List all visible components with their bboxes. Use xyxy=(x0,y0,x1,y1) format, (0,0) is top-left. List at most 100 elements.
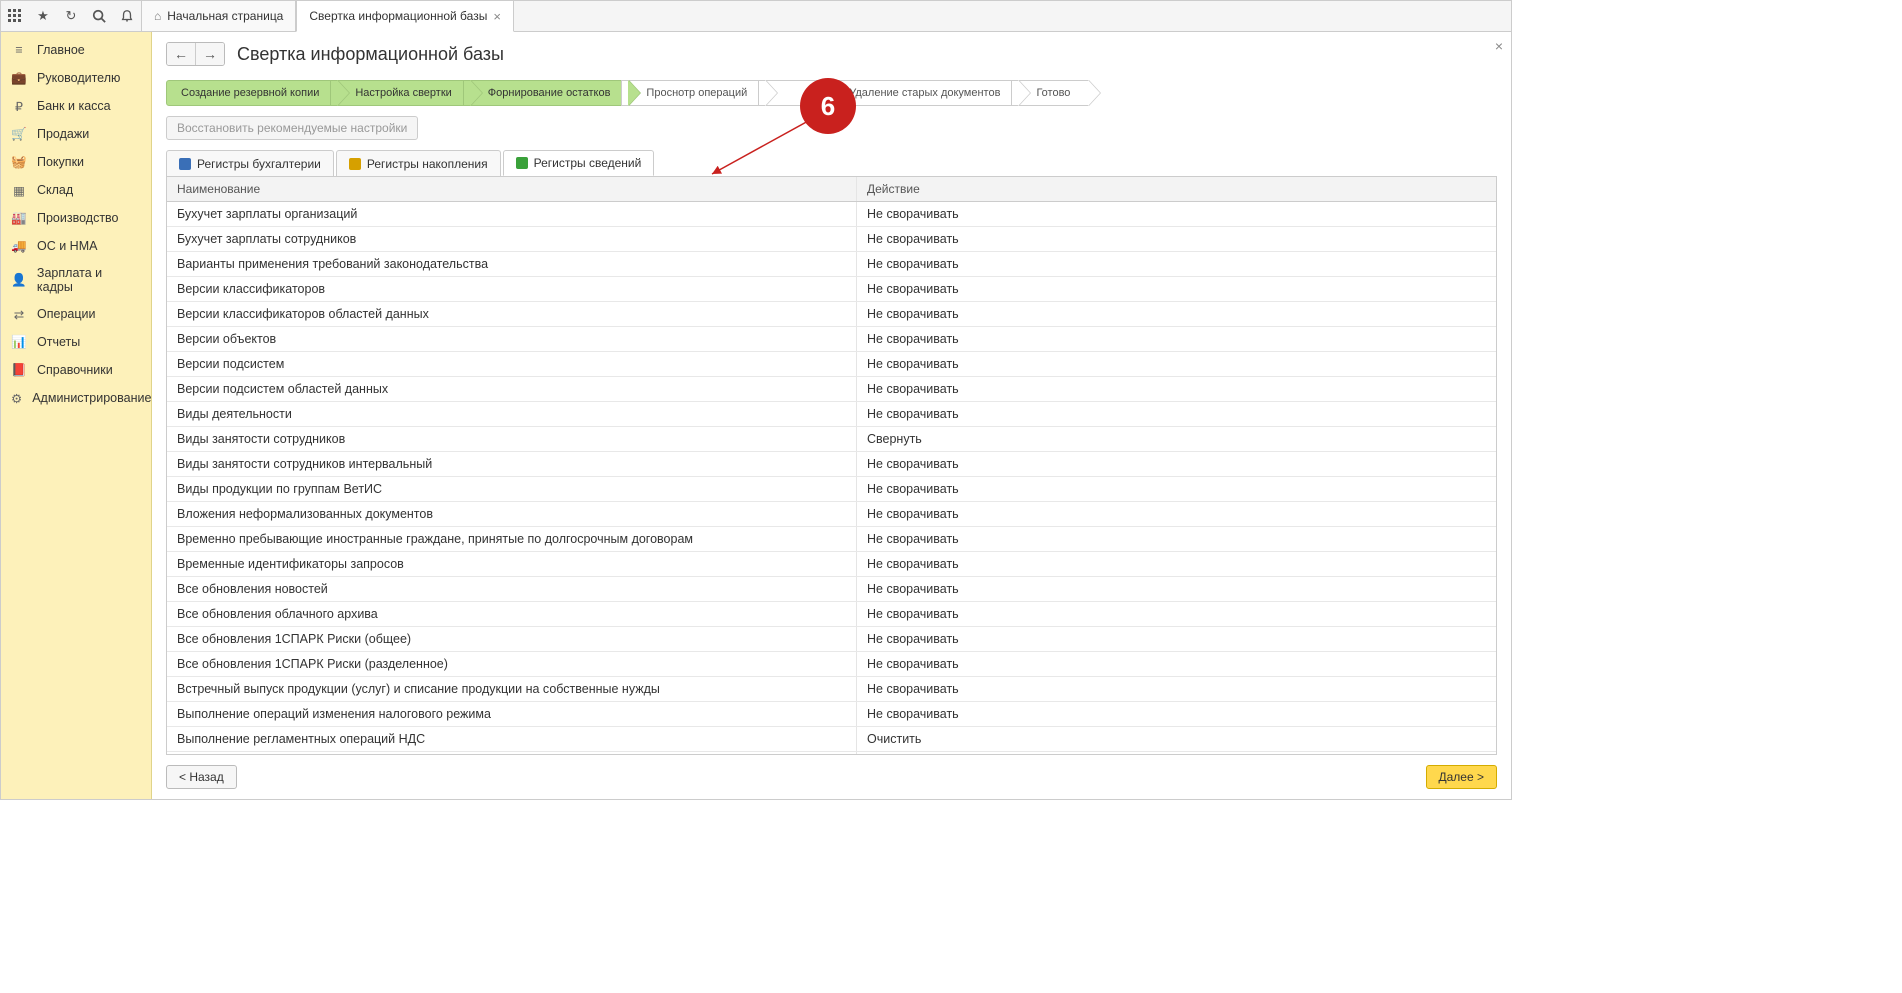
book-icon: 📕 xyxy=(11,362,27,378)
register-tab-label: Регистры бухгалтерии xyxy=(197,157,321,171)
next-button[interactable]: Далее > xyxy=(1426,765,1498,789)
sidebar-item-label: Производство xyxy=(37,211,119,225)
sidebar-item-label: Операции xyxy=(37,307,95,321)
row-name: Варианты применения требований законодат… xyxy=(167,252,856,276)
table-row[interactable]: Выполнение регламентных операций НДСОчис… xyxy=(167,727,1496,752)
close-icon[interactable]: × xyxy=(493,9,501,24)
wizard-step-2[interactable]: Форнирование остатков xyxy=(463,80,630,106)
panel-close-icon[interactable]: × xyxy=(1495,38,1503,54)
row-name: Версии подсистем областей данных xyxy=(167,377,856,401)
table-row[interactable]: Виды деятельностиНе сворачивать xyxy=(167,402,1496,427)
register-tab-label: Регистры накопления xyxy=(367,157,488,171)
table-row[interactable]: Версии классификаторовНе сворачивать xyxy=(167,277,1496,302)
sidebar-item-1[interactable]: 💼 Руководителю xyxy=(1,64,151,92)
bell-icon[interactable] xyxy=(117,6,137,26)
sidebar-item-7[interactable]: 🚚ОС и НМА xyxy=(1,232,151,260)
table-row[interactable]: Выполнение операций изменения налогового… xyxy=(167,702,1496,727)
table-header-action[interactable]: Действие xyxy=(856,177,1496,201)
row-name: Виды продукции по группам ВетИС xyxy=(167,477,856,501)
sidebar-item-0[interactable]: ≡ Главное xyxy=(1,36,151,64)
row-name: Все обновления новостей xyxy=(167,577,856,601)
row-name: Временно пребывающие иностранные граждан… xyxy=(167,527,856,551)
wizard-step-0[interactable]: Создание резервной копии xyxy=(166,80,338,106)
ops-icon: ⇄ xyxy=(11,306,27,322)
table-row[interactable]: Виды занятости сотрудников интервальныйН… xyxy=(167,452,1496,477)
wizard-step-3[interactable]: Проснотр операций xyxy=(621,80,766,106)
sidebar-item-label: Банк и касса xyxy=(37,99,111,113)
table-row[interactable]: Версии подсистемНе сворачивать xyxy=(167,352,1496,377)
table-row[interactable]: Вложения неформализованных документовНе … xyxy=(167,502,1496,527)
sidebar-item-label: Отчеты xyxy=(37,335,80,349)
menu-icon: ≡ xyxy=(11,42,27,58)
briefcase-icon: 💼 xyxy=(11,70,27,86)
table-header-name[interactable]: Наименование xyxy=(167,177,856,201)
gear-icon: ⚙ xyxy=(11,390,22,406)
sidebar: ≡ Главное 💼 Руководителю ₽ Банк и касса 🛒Прода… xyxy=(1,32,152,799)
row-name: Виды деятельности xyxy=(167,402,856,426)
register-tab-1[interactable]: Регистры накопления xyxy=(336,150,501,176)
table-body[interactable]: Бухучет зарплаты организаций Не сворачива… xyxy=(167,202,1496,754)
row-action: Не сворачивать xyxy=(856,652,1496,676)
tab-home[interactable]: ⌂ Начальная страница xyxy=(141,1,296,31)
table-row[interactable]: Вычеты к доходам по НДФЛНе сворачивать xyxy=(167,752,1496,754)
table-row[interactable]: Встречный выпуск продукции (услуг) и спи… xyxy=(167,677,1496,702)
table-row[interactable]: Виды занятости сотрудниковСвернуть xyxy=(167,427,1496,452)
sidebar-item-12[interactable]: ⚙Администрирование xyxy=(1,384,151,412)
back-button[interactable]: < Назад xyxy=(166,765,237,789)
sidebar-item-8[interactable]: 👤Зарплата и кадры xyxy=(1,260,151,300)
restore-settings-button[interactable]: Восстановить рекомендуемые настройки xyxy=(166,116,418,140)
nav-back-button[interactable]: ← xyxy=(167,43,196,65)
star-icon[interactable]: ★ xyxy=(33,6,53,26)
sidebar-item-10[interactable]: 📊Отчеты xyxy=(1,328,151,356)
row-action: Не сворачивать xyxy=(856,327,1496,351)
register-tab-0[interactable]: Регистры бухгалтерии xyxy=(166,150,334,176)
sidebar-item-2[interactable]: ₽ Банк и касса xyxy=(1,92,151,120)
wizard-step-1[interactable]: Настройка свертки xyxy=(330,80,470,106)
register-tabs: Регистры бухгалтерии Регистры накопления Р… xyxy=(152,150,1511,176)
sidebar-item-4[interactable]: 🧺Покупки xyxy=(1,148,151,176)
row-name: Версии классификаторов областей данных xyxy=(167,302,856,326)
row-name: Версии подсистем xyxy=(167,352,856,376)
row-name: Встречный выпуск продукции (услуг) и спи… xyxy=(167,677,856,701)
row-action: Не сворачивать xyxy=(856,352,1496,376)
apps-icon[interactable] xyxy=(5,6,25,26)
table-row[interactable]: Временные идентификаторы запросовНе свор… xyxy=(167,552,1496,577)
sidebar-item-label: Руководителю xyxy=(37,71,120,85)
table-row[interactable]: Бухучет зарплаты сотрудниковНе сворачива… xyxy=(167,227,1496,252)
main: × ← → Свертка информационной базы Создан… xyxy=(152,32,1511,799)
tab-active-label: Свертка информационной базы xyxy=(309,9,487,23)
sidebar-item-label: Главное xyxy=(37,43,85,57)
sidebar-item-9[interactable]: ⇄ Операции xyxy=(1,300,151,328)
table-row[interactable]: Версии классификаторов областей данныхНе… xyxy=(167,302,1496,327)
row-action: Не сворачивать xyxy=(856,402,1496,426)
sidebar-item-3[interactable]: 🛒Продажи xyxy=(1,120,151,148)
table-row[interactable]: Бухучет зарплаты организацийНе сворачива… xyxy=(167,202,1496,227)
register-tab-label: Регистры сведений xyxy=(534,156,642,170)
register-icon xyxy=(179,158,191,170)
coin-icon: ₽ xyxy=(11,98,27,114)
row-action: Не сворачивать xyxy=(856,477,1496,501)
table-row[interactable]: Все обновления новостейНе сворачивать xyxy=(167,577,1496,602)
sidebar-item-6[interactable]: 🏭Производство xyxy=(1,204,151,232)
sidebar-item-5[interactable]: ▦Склад xyxy=(1,176,151,204)
sidebar-item-11[interactable]: 📕Справочники xyxy=(1,356,151,384)
table-row[interactable]: Временно пребывающие иностранные граждан… xyxy=(167,527,1496,552)
table-row[interactable]: Версии подсистем областей данныхНе свора… xyxy=(167,377,1496,402)
table-row[interactable]: Все обновления 1СПАРК Риски (общее)Не св… xyxy=(167,627,1496,652)
table-row[interactable]: Варианты применения требований законодат… xyxy=(167,252,1496,277)
row-action: Не сворачивать xyxy=(856,252,1496,276)
row-action: Не сворачивать xyxy=(856,377,1496,401)
sidebar-item-label: Покупки xyxy=(37,155,84,169)
table-row[interactable]: Виды продукции по группам ВетИСНе сворач… xyxy=(167,477,1496,502)
history-icon[interactable]: ↻ xyxy=(61,6,81,26)
table-row[interactable]: Все обновления 1СПАРК Риски (разделенное… xyxy=(167,652,1496,677)
nav-forward-button[interactable]: → xyxy=(196,43,224,65)
table-row[interactable]: Все обновления облачного архиваНе сворач… xyxy=(167,602,1496,627)
search-icon[interactable] xyxy=(89,6,109,26)
row-action: Свернуть xyxy=(856,427,1496,451)
table-row[interactable]: Версии объектовНе сворачивать xyxy=(167,327,1496,352)
row-name: Выполнение регламентных операций НДС xyxy=(167,727,856,751)
tab-active[interactable]: Свертка информационной базы × xyxy=(296,1,514,32)
register-tab-2[interactable]: Регистры сведений xyxy=(503,150,655,176)
row-name: Бухучет зарплаты организаций xyxy=(167,202,856,226)
